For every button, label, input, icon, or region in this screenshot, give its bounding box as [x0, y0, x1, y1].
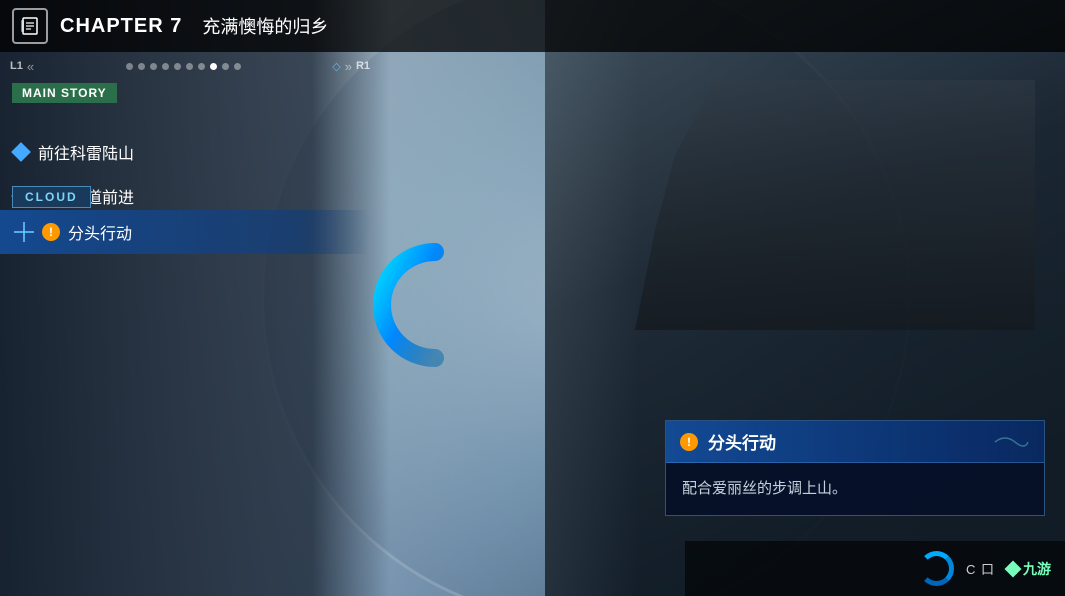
logo-text: 九游 [1023, 559, 1051, 579]
bottom-bar: C 口 九游 [685, 541, 1065, 596]
nav-dot-4[interactable] [162, 63, 169, 70]
detail-warning-badge: ! [680, 433, 698, 451]
chapter-title: 充满懊悔的归乡 [202, 13, 328, 39]
loading-c-svg [370, 240, 500, 370]
nav-dot-10[interactable] [234, 63, 241, 70]
cloud-section-label: CLOUD [12, 186, 91, 208]
logo-diamond-icon [1005, 560, 1022, 577]
crosshair-icon [14, 222, 34, 242]
selected-quest-row[interactable]: ! 分头行动 [0, 210, 370, 254]
nav-next-icon[interactable]: » [345, 59, 352, 74]
quest-item-1[interactable]: 前往科雷陆山 [0, 130, 370, 174]
detail-header: ! 分头行动 [666, 421, 1044, 463]
quest-text-1: 前往科雷陆山 [38, 140, 134, 164]
detail-body: 配合爱丽丝的步调上山。 [666, 463, 1044, 515]
nav-prev-icon[interactable]: « [27, 59, 34, 74]
nav-current-icon: ◇ [332, 60, 340, 73]
nav-dot-2[interactable] [138, 63, 145, 70]
detail-title: 分头行动 [708, 429, 776, 454]
main-story-label: MAIN STORY [12, 83, 117, 103]
detail-swirl-icon [990, 432, 1030, 452]
r1-button[interactable]: R1 [356, 60, 370, 72]
selected-quest-text: 分头行动 [68, 220, 132, 244]
diamond-icon-1 [11, 142, 31, 162]
watermark-text: C 口 [966, 559, 995, 578]
detail-panel: ! 分头行动 配合爱丽丝的步调上山。 [665, 420, 1045, 516]
detail-warning-text: ! [687, 435, 691, 449]
watermark-c-icon [919, 551, 954, 586]
nav-dot-9[interactable] [222, 63, 229, 70]
nav-dot-7[interactable] [198, 63, 205, 70]
header-bar: CHAPTER 7 充满懊悔的归乡 [0, 0, 1065, 52]
nav-dot-6[interactable] [186, 63, 193, 70]
nav-dots [38, 63, 328, 70]
nav-bar: L1 « ◇ » R1 [0, 52, 380, 80]
nav-dot-8[interactable] [210, 63, 217, 70]
loading-icon-container [370, 240, 500, 370]
nav-dot-1[interactable] [126, 63, 133, 70]
nav-dot-5[interactable] [174, 63, 181, 70]
journal-icon [12, 8, 48, 44]
chapter-number: CHAPTER 7 [60, 15, 182, 38]
warning-text: ! [49, 225, 53, 239]
nav-dot-3[interactable] [150, 63, 157, 70]
selected-quest-warning-badge: ! [42, 223, 60, 241]
l1-button[interactable]: L1 [10, 60, 23, 72]
detail-description: 配合爱丽丝的步调上山。 [682, 480, 847, 497]
watermark-logo: 九游 [1007, 559, 1051, 579]
